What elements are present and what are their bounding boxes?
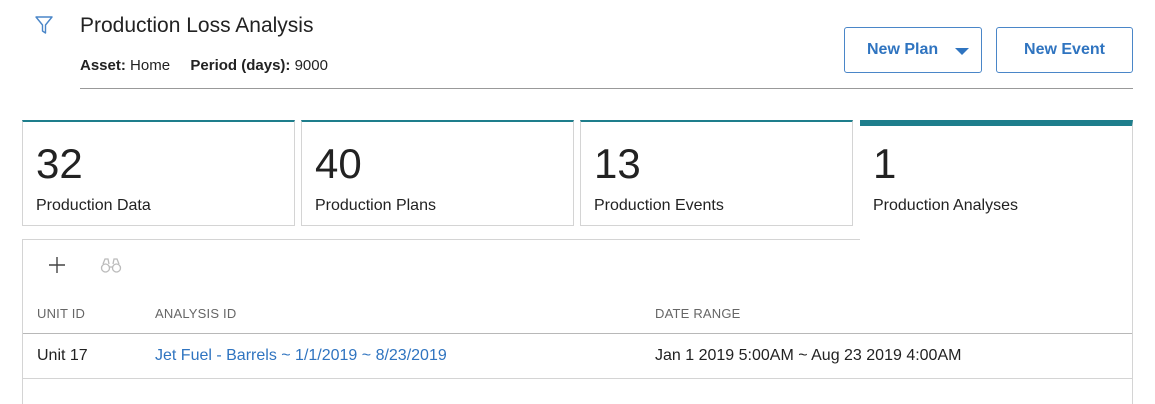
tile-label: Production Plans <box>315 197 436 214</box>
asset-value: Home <box>130 57 171 74</box>
tile-count: 40 <box>315 140 362 187</box>
tile-production-plans[interactable]: 40 Production Plans <box>301 120 574 226</box>
plus-icon[interactable] <box>47 255 67 275</box>
context-summary: Asset: Home Period (days): 9000 <box>80 57 328 74</box>
tile-count: 32 <box>36 140 83 187</box>
row-divider <box>23 378 1132 379</box>
tile-label: Production Data <box>36 197 151 214</box>
tile-count: 1 <box>873 140 897 187</box>
analysis-link[interactable]: Jet Fuel - Barrels ~ 1/1/2019 ~ 8/23/201… <box>155 347 447 365</box>
tile-label: Production Analyses <box>873 197 1018 214</box>
new-plan-label: New Plan <box>867 41 939 58</box>
panel-divider <box>23 239 860 240</box>
column-header-unit-id[interactable]: UNIT ID <box>37 306 85 321</box>
tile-count: 13 <box>594 140 641 187</box>
tile-production-events[interactable]: 13 Production Events <box>580 120 853 226</box>
page-header: Production Loss Analysis Asset: Home Per… <box>0 0 1155 90</box>
period-label: Period (days): <box>190 57 291 74</box>
column-header-date-range[interactable]: DATE RANGE <box>655 306 741 321</box>
tile-label: Production Events <box>594 197 724 214</box>
header-divider <box>80 88 1133 89</box>
column-header-analysis-id[interactable]: ANALYSIS ID <box>155 306 236 321</box>
cell-date-range: Jan 1 2019 5:00AM ~ Aug 23 2019 4:00AM <box>655 347 962 364</box>
page-title: Production Loss Analysis <box>80 14 314 37</box>
tile-production-analyses[interactable]: 1 Production Analyses <box>860 120 1133 240</box>
period-value: 9000 <box>294 57 328 74</box>
binoculars-icon[interactable] <box>100 256 122 274</box>
new-event-button[interactable]: New Event <box>996 27 1133 73</box>
asset-label: Asset: <box>80 57 126 74</box>
tile-production-data[interactable]: 32 Production Data <box>22 120 295 226</box>
header-row-divider <box>23 333 1132 334</box>
filter-icon[interactable] <box>34 14 54 36</box>
new-plan-button[interactable]: New Plan <box>844 27 982 73</box>
analyses-panel: UNIT ID ANALYSIS ID DATE RANGE Unit 17 J… <box>22 239 1133 404</box>
cell-unit-id: Unit 17 <box>37 347 88 364</box>
summary-tiles: 32 Production Data 40 Production Plans 1… <box>22 120 1133 240</box>
caret-down-icon <box>955 48 969 55</box>
